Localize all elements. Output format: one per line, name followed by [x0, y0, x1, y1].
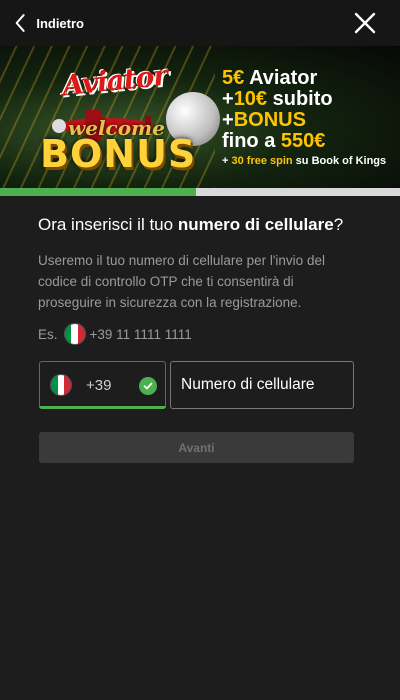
promo-line-3: +BONUS [222, 109, 306, 131]
promo-banner[interactable]: Aviator welcome BONUS 5€ Aviator +10€ su… [0, 46, 400, 188]
promo-line-1: 5€ Aviator [222, 67, 318, 89]
example-number: +39 11 1111 1111 [89, 326, 192, 342]
back-label: Indietro [36, 15, 84, 31]
promo-subline: + 30 free spin su Book of Kings [222, 155, 387, 167]
italy-flag-icon [63, 323, 86, 345]
next-button[interactable]: Avanti [39, 432, 354, 463]
check-icon [139, 377, 157, 395]
progress-fill [0, 188, 196, 196]
chevron-left-icon [15, 14, 25, 32]
phone-example: Es. +39 11 1111 1111 [38, 322, 192, 346]
promo-text-block: 5€ Aviator +10€ subito +BONUS fino a 550… [222, 67, 398, 168]
registration-progress-bar [0, 188, 400, 196]
promo-line-2: +10€ subito [222, 88, 333, 110]
phone-number-input[interactable] [170, 361, 354, 409]
otp-description: Useremo il tuo numero di cellulare per l… [38, 253, 325, 310]
top-bar: Indietro [0, 0, 400, 46]
italy-flag-icon [50, 374, 72, 396]
promo-line-4: fino a 550€ [222, 130, 326, 152]
example-label: Es. [38, 326, 58, 342]
back-button[interactable]: Indietro [14, 10, 84, 36]
page-title: Ora inserisci il tuo numero di cellulare… [38, 215, 344, 234]
close-icon[interactable] [354, 12, 376, 34]
country-code-value: +39 [86, 376, 112, 394]
bonus-text: BONUS [40, 132, 197, 176]
country-code-select[interactable]: +39 [39, 361, 166, 409]
